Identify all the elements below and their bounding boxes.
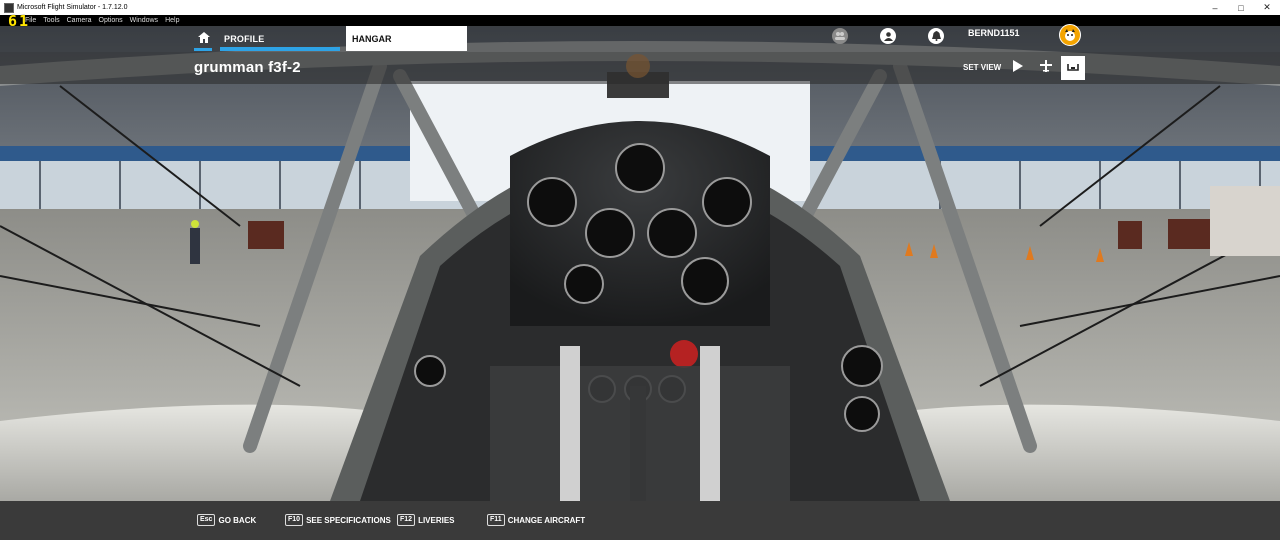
app-icon [4,2,14,13]
go-back-action[interactable]: Esc GO BACK [197,514,256,526]
aircraft-title: grumman f3f-2 [194,59,301,76]
group-icon [832,28,848,44]
play-icon [1013,59,1023,77]
notification-icon [928,28,944,44]
action-label: LIVERIES [418,515,455,525]
menu-windows[interactable]: Windows [130,17,158,24]
cockpit-view-icon [1067,59,1079,77]
home-icon [198,30,210,48]
menu-help[interactable]: Help [165,17,179,24]
top-nav [0,26,1280,52]
username[interactable]: BERND1151 [968,28,1020,38]
view-exterior-button[interactable] [1034,56,1058,80]
notifications-button[interactable] [926,26,946,46]
menu-options[interactable]: Options [99,17,123,24]
airplane-icon [1040,59,1052,77]
aircraft-header [0,52,1280,84]
action-label: SEE SPECIFICATIONS [306,515,391,525]
menu-camera[interactable]: Camera [67,17,92,24]
maximize-button[interactable]: □ [1228,0,1254,15]
view-play-button[interactable] [1006,56,1030,80]
close-button[interactable]: ✕ [1254,0,1280,15]
action-label: GO BACK [218,515,257,525]
avatar-image [1065,29,1075,41]
cockpit-scene [0,26,1280,501]
tab-hangar[interactable]: HANGAR [346,26,467,51]
menubar: File Tools Camera Options Windows Help [0,15,1280,26]
tab-profile-indicator [220,47,340,51]
menu-tools[interactable]: Tools [43,17,59,24]
key-hint: F10 [285,514,304,526]
profile-button[interactable] [878,26,898,46]
view-cockpit-button[interactable] [1061,56,1085,80]
key-hint: F12 [397,514,416,526]
change-aircraft-action[interactable]: F11 CHANGE AIRCRAFT [487,514,585,526]
avatar[interactable] [1059,24,1081,46]
key-hint: F11 [487,514,505,526]
window-titlebar: Microsoft Flight Simulator - 1.7.12.0 – … [0,0,1280,15]
set-view-label: SET VIEW [963,63,1002,72]
group-button[interactable] [830,26,850,46]
footer-bar [0,501,1280,540]
user-icon [880,28,896,44]
window-title: Microsoft Flight Simulator - 1.7.12.0 [17,4,128,11]
action-label: CHANGE AIRCRAFT [507,515,586,525]
see-specifications-action[interactable]: F10 SEE SPECIFICATIONS [285,514,391,526]
liveries-action[interactable]: F12 LIVERIES [397,514,455,526]
minimize-button[interactable]: – [1202,0,1228,15]
key-hint: Esc [197,514,216,526]
home-tab-indicator [194,48,212,51]
